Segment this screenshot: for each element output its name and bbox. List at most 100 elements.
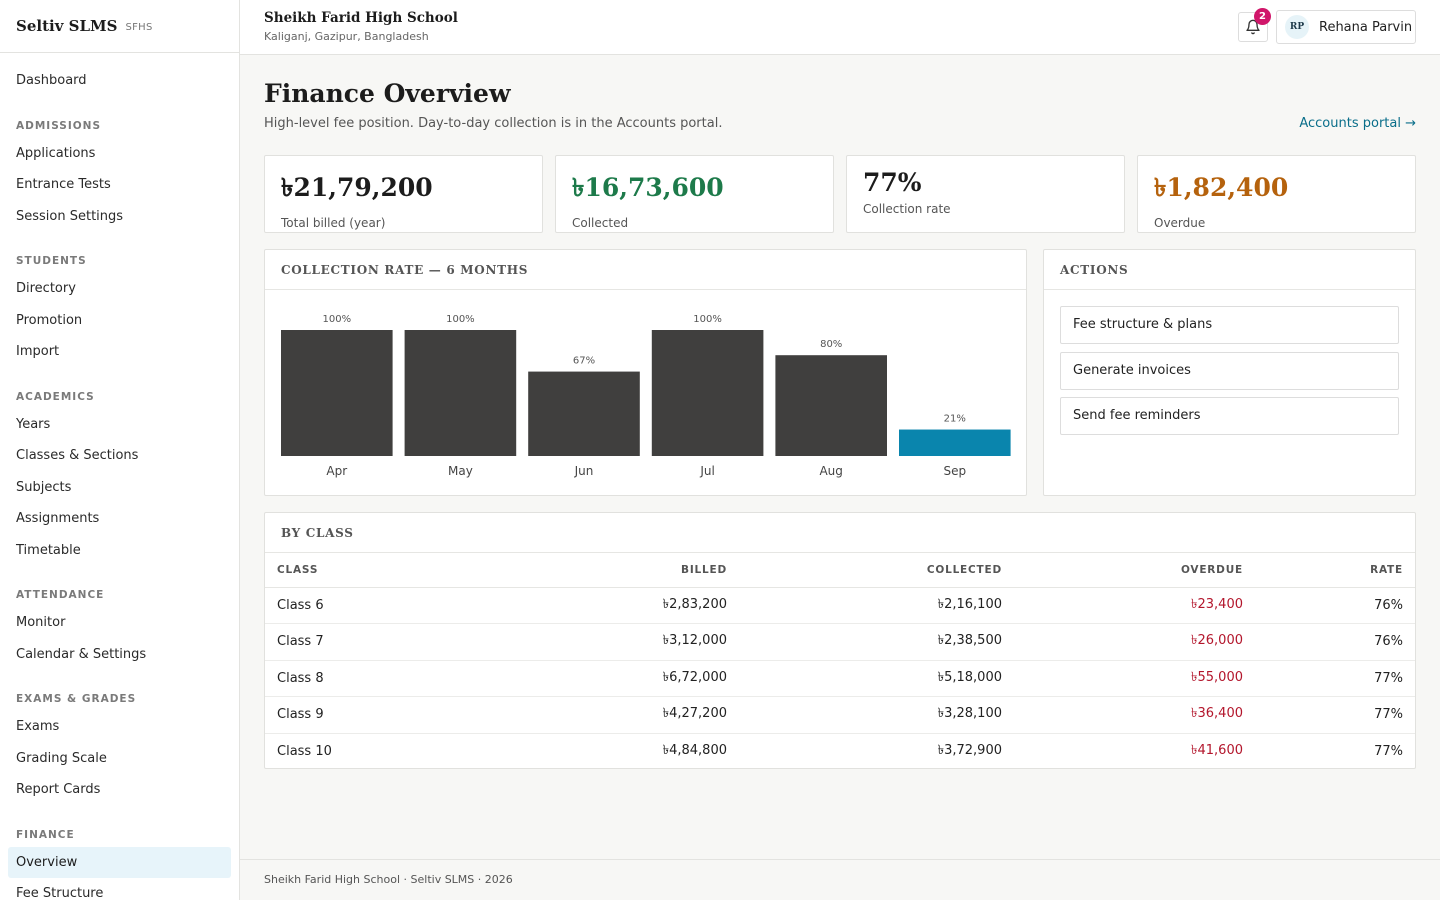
sidebar-item-timetable[interactable]: Timetable <box>8 535 231 567</box>
collected-cell: ৳3,28,100 <box>727 696 1002 734</box>
nav-group-academics: ACADEMICS <box>16 390 95 403</box>
main-content: Finance Overview High-level fee position… <box>240 55 1440 900</box>
bar-may <box>404 330 517 456</box>
avatar: RP <box>1285 15 1309 39</box>
topbar: Sheikh Farid High School Kaliganj, Gazip… <box>240 0 1440 55</box>
sidebar-item-years[interactable]: Years <box>8 409 231 441</box>
sidebar-item-calendar-settings[interactable]: Calendar & Settings <box>8 639 231 671</box>
stat-card-collected: ৳16,73,600 Collected <box>555 155 834 233</box>
bar-jun <box>528 371 640 456</box>
stat-value: 77% <box>863 168 922 197</box>
collected-cell: ৳5,18,000 <box>727 660 1002 697</box>
billed-cell: ৳4,84,800 <box>662 743 727 758</box>
class-cell: Class 8 <box>265 660 515 697</box>
overdue-cell: ৳36,400 <box>1002 696 1243 734</box>
table-row: Class 6 ৳2,83,200 ৳2,16,100 ৳23,400 76% <box>265 587 1415 624</box>
class-cell: Class 9 <box>265 696 515 734</box>
stat-value: ৳21,79,200 <box>281 173 433 202</box>
stat-card-total-billed: ৳21,79,200 Total billed (year) <box>264 155 543 233</box>
stat-value: ৳16,73,600 <box>572 173 724 202</box>
collected-cell: ৳2,38,500 <box>727 623 1002 661</box>
school-location: Kaliganj, Gazipur, Bangladesh <box>264 30 429 43</box>
overdue-cell: ৳41,600 <box>1191 743 1243 758</box>
billed-cell: ৳6,72,000 <box>515 660 727 697</box>
sidebar-item-import[interactable]: Import <box>8 336 231 368</box>
generate-invoices-button[interactable]: Generate invoices <box>1060 352 1399 390</box>
category-label: May <box>448 464 473 478</box>
sidebar-item-dashboard[interactable]: Dashboard <box>8 65 231 97</box>
category-label: Aug <box>819 464 842 478</box>
sidebar-item-assignments[interactable]: Assignments <box>8 503 231 535</box>
sidebar-item-promotion[interactable]: Promotion <box>8 305 231 337</box>
stat-value: ৳1,82,400 <box>1154 173 1289 202</box>
stat-label: Collection rate <box>863 202 951 216</box>
sidebar-nav: Dashboard ADMISSIONS Applications Entrance … <box>0 65 239 900</box>
page-title: Finance Overview <box>264 79 511 108</box>
rate-cell: 76% <box>1243 587 1415 624</box>
sidebar-item-exams[interactable]: Exams <box>8 711 231 743</box>
sidebar-item-overview[interactable]: Overview <box>8 846 231 878</box>
brand-name: Seltiv SLMS <box>16 17 118 35</box>
sidebar-item-subjects[interactable]: Subjects <box>8 472 231 504</box>
brand-code: SFHS <box>125 22 153 33</box>
brand[interactable]: Seltiv SLMS SFHS <box>0 0 239 53</box>
bar-value-label: 100% <box>446 314 475 325</box>
collection-rate-panel: COLLECTION RATE — 6 MONTHS 100% Apr 100% Ma… <box>264 249 1027 496</box>
sidebar-item-report-cards[interactable]: Report Cards <box>8 774 231 806</box>
collected-cell: ৳3,72,900 <box>937 743 1002 758</box>
bar-aug <box>775 355 887 456</box>
overdue-cell: ৳55,000 <box>1002 660 1243 697</box>
nav-group-admissions: ADMISSIONS <box>16 119 102 132</box>
nav-group-students: STUDENTS <box>16 255 87 267</box>
bar-value-label: 80% <box>820 339 842 350</box>
panel-title: BY CLASS <box>265 513 1415 553</box>
bar-value-label: 100% <box>323 314 352 325</box>
table-row: Class 9 ৳4,27,200 ৳3,28,100 ৳36,400 77% <box>265 696 1415 734</box>
notification-badge: 2 <box>1254 8 1271 25</box>
bar-value-label: 100% <box>693 314 722 325</box>
user-menu-button[interactable]: RP Rehana Parvin <box>1276 10 1416 44</box>
table-row: Class 8 ৳6,72,000 ৳5,18,000 ৳55,000 77% <box>265 660 1415 697</box>
bar-value-label: 67% <box>573 356 595 367</box>
class-cell: Class 7 <box>265 623 515 661</box>
bar-apr <box>281 330 393 456</box>
overdue-cell: ৳26,000 <box>1002 623 1243 661</box>
sidebar-item-applications[interactable]: Applications <box>8 138 231 170</box>
bar-value-label: 21% <box>944 414 966 425</box>
stat-label: Collected <box>572 216 629 230</box>
nav-group-attendance: ATTENDANCE <box>16 589 105 601</box>
sidebar-item-monitor[interactable]: Monitor <box>8 607 231 639</box>
class-cell: Class 10 <box>277 744 332 759</box>
table-header-row: CLASS BILLED COLLECTED OVERDUE RATE <box>265 553 1415 588</box>
send-reminders-button[interactable]: Send fee reminders <box>1060 397 1399 435</box>
sidebar-item-classes-sections[interactable]: Classes & Sections <box>8 440 231 472</box>
column-header: OVERDUE <box>1002 553 1243 588</box>
billed-cell: ৳4,27,200 <box>515 696 727 734</box>
column-header: BILLED <box>515 553 727 588</box>
stat-label: Total billed (year) <box>281 216 386 230</box>
collected-cell: ৳2,16,100 <box>727 587 1002 624</box>
panel-title: ACTIONS <box>1044 250 1415 290</box>
rate-cell: 77% <box>1243 696 1415 734</box>
sidebar-item-entrance-tests[interactable]: Entrance Tests <box>8 169 231 201</box>
sidebar-item-directory[interactable]: Directory <box>8 273 231 305</box>
rate-cell: 76% <box>1243 623 1415 661</box>
billed-cell: ৳2,83,200 <box>515 587 727 624</box>
category-label: Jul <box>699 464 714 478</box>
fee-structure-button[interactable]: Fee structure & plans <box>1060 306 1399 344</box>
actions-panel: ACTIONS Fee structure & plans Generate i… <box>1043 249 1416 496</box>
category-label: Apr <box>326 464 347 478</box>
nav-group-finance: FINANCE <box>16 828 75 841</box>
sidebar-item-grading-scale[interactable]: Grading Scale <box>8 743 231 775</box>
class-cell: Class 6 <box>265 587 515 624</box>
column-header: COLLECTED <box>727 553 1002 588</box>
stat-card-overdue: ৳1,82,400 Overdue <box>1137 155 1416 233</box>
footer: Sheikh Farid High School · Seltiv SLMS ·… <box>240 859 1440 900</box>
bar-jul <box>651 330 764 456</box>
accounts-portal-link[interactable]: Accounts portal → <box>1299 116 1416 131</box>
bar-sep <box>899 429 1011 456</box>
sidebar-item-fee-structure[interactable]: Fee Structure <box>8 878 231 900</box>
column-header: CLASS <box>265 553 515 588</box>
table-row: Class 7 ৳3,12,000 ৳2,38,500 ৳26,000 76% <box>265 623 1415 661</box>
sidebar-item-session-settings[interactable]: Session Settings <box>8 201 231 233</box>
